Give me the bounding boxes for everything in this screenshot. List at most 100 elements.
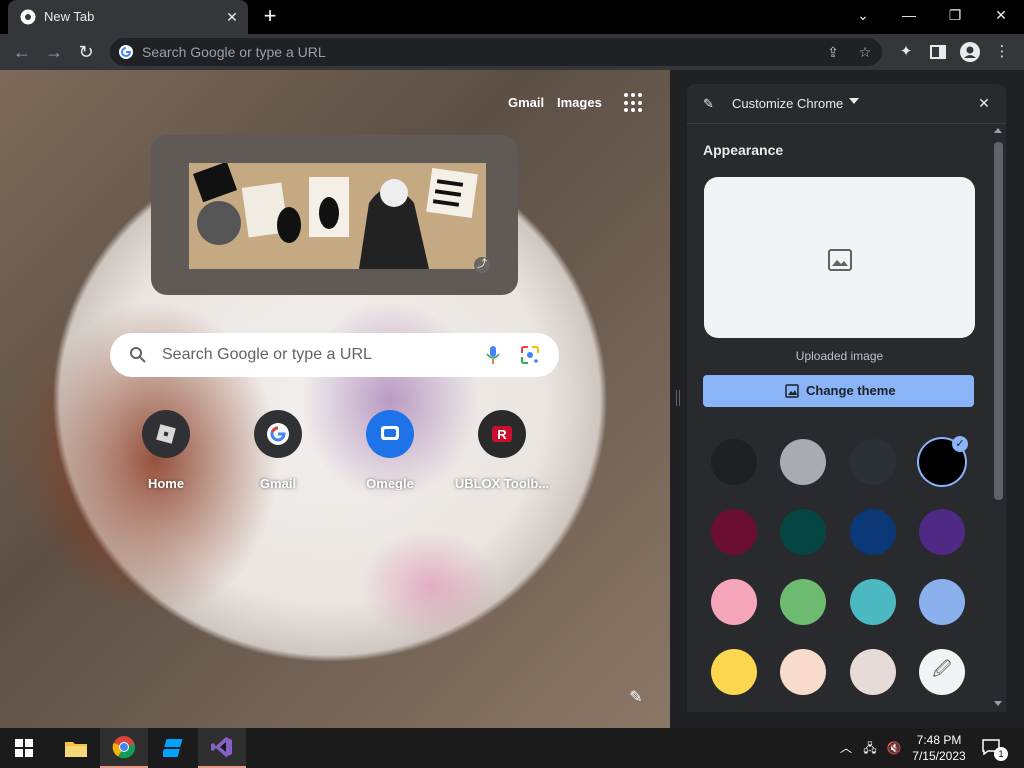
chrome-icon — [20, 9, 36, 25]
scrollbar-thumb[interactable] — [994, 142, 1003, 500]
svg-text:R: R — [497, 427, 507, 442]
menu-icon[interactable]: ⋮ — [990, 40, 1014, 64]
shortcut-gmail[interactable]: Gmail — [222, 410, 334, 500]
customize-chrome-panel: ✎ Customize Chrome ✕ Appearance Uploaded… — [687, 84, 1006, 712]
shortcut-label: Omegle — [366, 476, 414, 491]
close-tab-icon[interactable]: ✕ — [224, 9, 240, 25]
google-icon — [119, 45, 133, 59]
chrome-taskbar-icon[interactable] — [100, 728, 148, 768]
swatch-yellow[interactable] — [711, 649, 757, 695]
reload-icon[interactable]: ↻ — [74, 40, 98, 64]
roblox-studio-icon[interactable] — [150, 728, 198, 768]
roblox-icon — [142, 410, 190, 458]
voice-search-icon[interactable] — [486, 345, 500, 365]
swatch-dark-gray[interactable] — [711, 439, 757, 485]
swatch-beige[interactable] — [850, 649, 896, 695]
tab-search-icon[interactable]: ⌄ — [840, 0, 886, 30]
ntp-search-placeholder: Search Google or type a URL — [162, 346, 372, 363]
notification-count: 1 — [994, 747, 1008, 761]
side-panel-resize-handle[interactable] — [670, 70, 687, 728]
preview-caption: Uploaded image — [795, 349, 884, 363]
volume-muted-icon[interactable]: 🔇 — [886, 740, 902, 756]
appearance-heading: Appearance — [703, 142, 784, 158]
tab-strip: New Tab ✕ + ⌄ — ❐ ✕ — [0, 0, 1024, 34]
screen: New Tab ✕ + ⌄ — ❐ ✕ ← → ↻ Search Google … — [0, 0, 1024, 768]
gmail-link[interactable]: Gmail — [508, 95, 544, 110]
bookmark-star-icon[interactable]: ☆ — [856, 43, 874, 61]
swatch-black[interactable]: ✓ — [919, 436, 968, 485]
swatch-teal[interactable] — [850, 579, 896, 625]
visual-studio-icon[interactable] — [198, 728, 246, 768]
ublox-icon: R — [478, 410, 526, 458]
doodle-share-icon[interactable]: ⤴ — [474, 257, 490, 273]
extensions-icon[interactable]: ✦ — [894, 40, 918, 64]
palette-icon — [785, 384, 799, 398]
swatch-light-blue[interactable] — [919, 579, 965, 625]
swatch-custom[interactable]: 🖉 — [919, 649, 965, 695]
google-apps-icon[interactable] — [624, 93, 644, 113]
google-doodle[interactable]: ⤴ — [151, 135, 518, 295]
close-window-button[interactable]: ✕ — [978, 0, 1024, 30]
selected-check-icon: ✓ — [952, 436, 968, 452]
tab-new-tab[interactable]: New Tab ✕ — [8, 0, 248, 34]
file-explorer-icon[interactable] — [52, 728, 100, 768]
scroll-up-icon[interactable] — [994, 128, 1002, 133]
resize-grip-icon — [676, 390, 680, 406]
system-clock[interactable]: 7:48 PM 7/15/2023 — [908, 732, 970, 764]
shortcut-label: UBLOX Toolb... — [454, 476, 550, 491]
doodle-image — [189, 163, 486, 269]
swatch-purple[interactable] — [919, 509, 965, 555]
omnibox[interactable]: Search Google or type a URL ⇪ ☆ — [110, 38, 882, 66]
swatch-pink[interactable] — [711, 579, 757, 625]
restore-button[interactable]: ❐ — [932, 0, 978, 30]
swatch-dark-teal[interactable] — [780, 509, 826, 555]
omegle-icon — [366, 410, 414, 458]
new-tab-button[interactable]: + — [258, 5, 282, 29]
minimize-button[interactable]: — — [886, 0, 932, 30]
network-icon[interactable]: 🖧 — [862, 740, 878, 756]
panel-scrollbar[interactable] — [991, 126, 1006, 712]
shortcut-omegle[interactable]: Omegle — [334, 410, 446, 500]
eyedropper-icon: 🖉 — [932, 659, 952, 679]
clock-date: 7/15/2023 — [912, 749, 966, 763]
shortcut-home[interactable]: Home — [110, 410, 222, 500]
shortcut-label: Gmail — [259, 476, 297, 491]
pencil-icon: ✎ — [703, 96, 714, 111]
panel-dropdown-icon[interactable] — [849, 98, 859, 104]
edit-pencil-icon[interactable]: ✎ — [624, 686, 648, 710]
shortcut-ublox-toolbox[interactable]: R UBLOX Toolb... — [446, 410, 558, 500]
swatch-maroon[interactable] — [711, 509, 757, 555]
show-hidden-icons-icon[interactable]: ︿ — [838, 740, 854, 756]
ntp-search-box[interactable]: Search Google or type a URL — [110, 333, 559, 377]
theme-preview-card[interactable] — [704, 177, 975, 338]
image-icon — [828, 249, 852, 271]
tab-title: New Tab — [44, 9, 95, 24]
forward-icon[interactable]: → — [42, 40, 66, 64]
share-icon[interactable]: ⇪ — [824, 43, 842, 61]
scroll-down-icon[interactable] — [994, 701, 1002, 706]
swatch-green[interactable] — [780, 579, 826, 625]
swatch-navy[interactable] — [850, 509, 896, 555]
swatch-light-gray[interactable] — [780, 439, 826, 485]
windows-taskbar: ︿ 🖧 🔇 7:48 PM 7/15/2023 1 — [0, 728, 1024, 768]
back-icon[interactable]: ← — [10, 40, 34, 64]
swatch-slate[interactable] — [850, 439, 896, 485]
windows-start-icon[interactable] — [0, 728, 48, 768]
change-theme-button[interactable]: Change theme — [703, 375, 974, 407]
search-icon — [130, 347, 146, 363]
google-lens-icon[interactable] — [520, 345, 540, 365]
google-icon — [254, 410, 302, 458]
clock-time: 7:48 PM — [916, 733, 962, 747]
images-link[interactable]: Images — [557, 95, 602, 110]
new-tab-page: Gmail Images ⤴ Search Google or type a U… — [0, 70, 670, 728]
omnibox-placeholder: Search Google or type a URL — [142, 44, 326, 60]
notifications-icon[interactable]: 1 — [982, 739, 1008, 761]
browser-toolbar: ← → ↻ Search Google or type a URL ⇪ ☆ ✦ … — [0, 34, 1024, 70]
panel-title[interactable]: Customize Chrome — [732, 96, 843, 111]
profile-icon[interactable] — [958, 40, 982, 64]
shortcut-label: Home — [147, 476, 185, 491]
close-panel-icon[interactable]: ✕ — [975, 94, 993, 112]
swatch-peach[interactable] — [780, 649, 826, 695]
change-theme-label: Change theme — [806, 383, 896, 398]
side-panel-icon[interactable] — [926, 40, 950, 64]
